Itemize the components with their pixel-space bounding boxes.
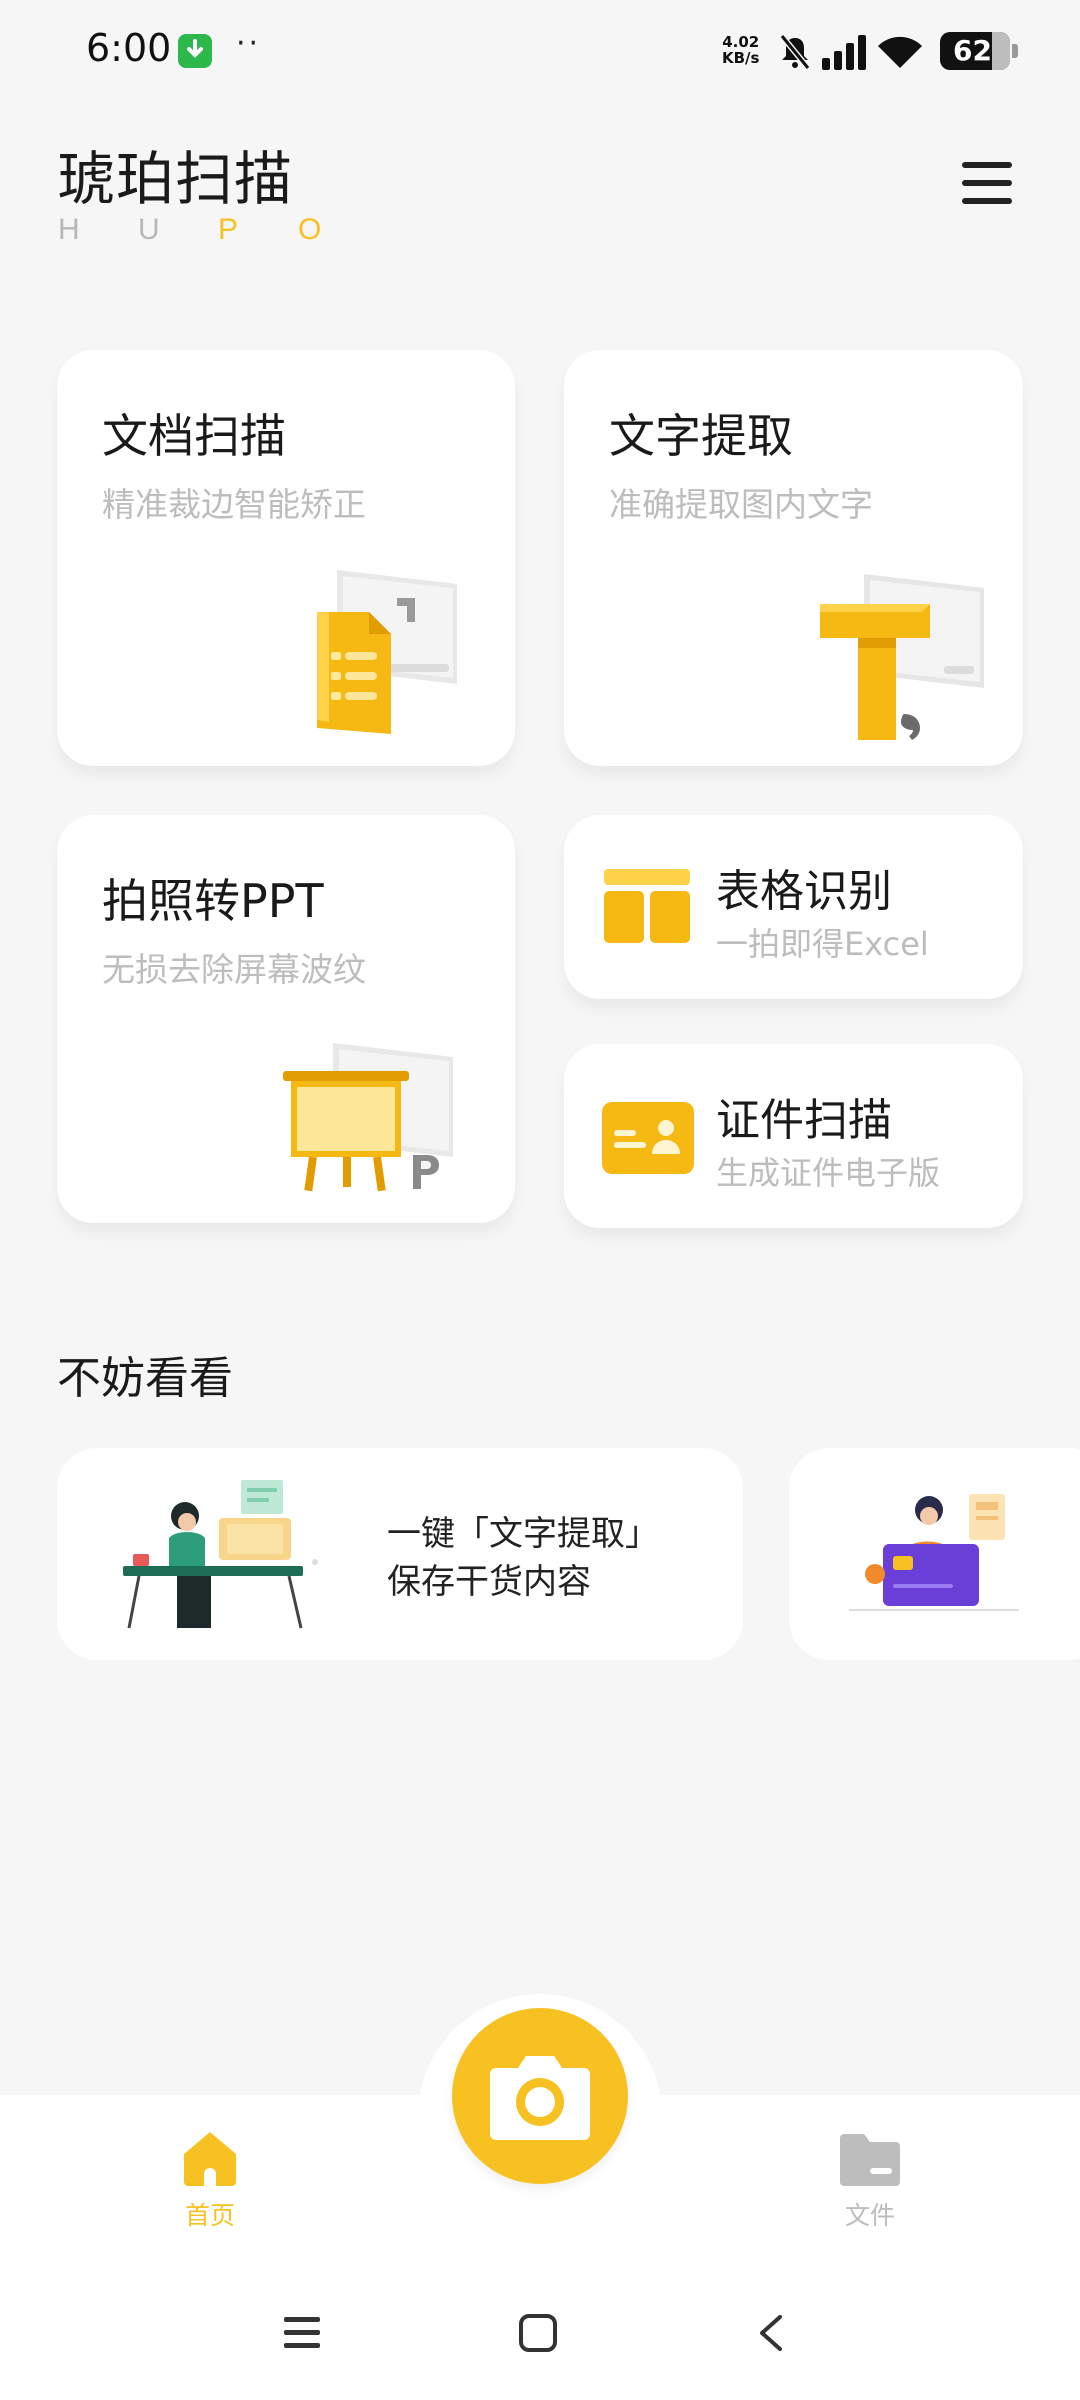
camera-icon xyxy=(490,2056,590,2140)
back-icon[interactable] xyxy=(756,2313,786,2353)
table-recog-title: 表格识别 xyxy=(716,866,892,917)
folder-icon xyxy=(840,2134,900,2186)
subtitle-letter-p: P xyxy=(218,213,239,246)
speed-value: 4.02 xyxy=(722,33,760,51)
doc-scan-title: 文档扫描 xyxy=(102,409,286,463)
id-scan-title: 证件扫描 xyxy=(716,1095,892,1146)
status-time: 6:00 xyxy=(86,26,172,70)
camera-button[interactable] xyxy=(452,2008,628,2184)
text-extract-title: 文字提取 xyxy=(609,409,793,463)
id-scan-subtitle: 生成证件电子版 xyxy=(716,1154,941,1192)
promo-card-text-extract[interactable]: 一键「文字提取」 保存干货内容 xyxy=(57,1448,743,1660)
id-card-icon xyxy=(602,1102,694,1174)
battery-indicator: 62 xyxy=(940,32,1018,70)
wifi-icon xyxy=(878,36,922,68)
battery-level: 62 xyxy=(953,34,992,67)
doc-scan-card[interactable]: 文档扫描 精准裁边智能矫正 xyxy=(57,350,515,766)
mute-bell-icon xyxy=(779,34,811,70)
hamburger-menu-icon[interactable] xyxy=(962,162,1020,212)
home-nav-icon[interactable] xyxy=(518,2313,558,2353)
more-notifications-indicator: ·· xyxy=(236,26,262,61)
presentation-board-icon xyxy=(283,1043,453,1192)
photo-ppt-title: 拍照转PPT xyxy=(102,874,324,928)
table-recog-card[interactable]: 表格识别 一拍即得Excel xyxy=(564,815,1023,999)
doc-scan-subtitle: 精准裁边智能矫正 xyxy=(102,485,366,524)
photo-ppt-card[interactable]: 拍照转PPT 无损去除屏幕波纹 xyxy=(57,815,515,1223)
download-icon xyxy=(178,34,212,68)
desk-woman-illustration xyxy=(123,1480,318,1629)
signal-icon xyxy=(822,35,866,70)
nav-home[interactable]: 首页 xyxy=(150,2130,270,2232)
nav-files-label: 文件 xyxy=(844,2201,895,2230)
promo-card-id-scan[interactable] xyxy=(789,1448,1080,1660)
id-scan-card[interactable]: 证件扫描 生成证件电子版 xyxy=(564,1044,1023,1228)
section-title: 不妨看看 xyxy=(57,1353,233,1404)
nav-home-label: 首页 xyxy=(184,2201,235,2230)
text-extract-subtitle: 准确提取图内文字 xyxy=(609,485,873,524)
promo-card-line1: 一键「文字提取」 xyxy=(387,1514,659,1554)
document-scan-icon xyxy=(317,570,457,734)
card-woman-illustration xyxy=(849,1494,1019,1611)
table-icon xyxy=(604,869,690,943)
recent-apps-icon[interactable] xyxy=(282,2315,322,2351)
text-extract-icon xyxy=(820,574,984,740)
speed-unit: KB/s xyxy=(722,49,760,67)
home-icon xyxy=(184,2132,236,2186)
app-title: 琥珀扫描 xyxy=(57,145,294,213)
system-navigation-bar xyxy=(0,2265,1080,2400)
app-subtitle: HUPO xyxy=(58,212,378,247)
promo-card-text: 一键「文字提取」 保存干货内容 xyxy=(387,1510,659,1606)
photo-ppt-subtitle: 无损去除屏幕波纹 xyxy=(102,950,366,989)
subtitle-letter-u: U xyxy=(138,213,160,246)
nav-files[interactable]: 文件 xyxy=(810,2130,930,2232)
subtitle-letter-o: O xyxy=(298,213,322,246)
subtitle-letter-h: H xyxy=(58,213,80,246)
network-speed: 4.02 KB/s xyxy=(722,34,759,66)
text-extract-card[interactable]: 文字提取 准确提取图内文字 xyxy=(564,350,1023,766)
table-recog-subtitle: 一拍即得Excel xyxy=(716,925,929,963)
status-bar: 6:00 ·· 4.02 KB/s 62 xyxy=(0,0,1080,105)
promo-card-line2: 保存干货内容 xyxy=(387,1562,591,1602)
